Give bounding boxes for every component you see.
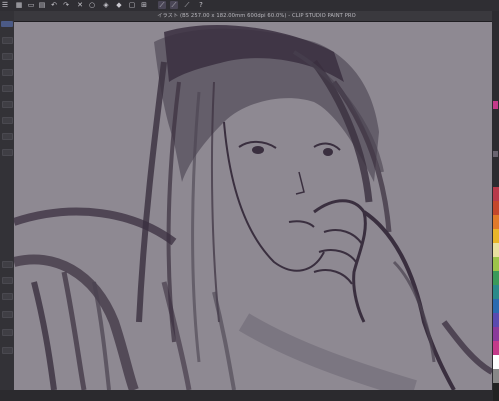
accent-swatch[interactable] xyxy=(493,101,498,109)
snap-grid-icon[interactable]: ⟋ xyxy=(170,1,178,9)
tool-button[interactable] xyxy=(2,347,13,354)
open-folder-icon[interactable]: ▭ xyxy=(27,1,35,9)
tool-button[interactable] xyxy=(2,149,13,156)
tool-button[interactable] xyxy=(2,133,13,140)
redo-icon[interactable]: ↷ xyxy=(62,1,70,9)
tool-button[interactable] xyxy=(2,277,13,284)
menu-icon[interactable]: ☰ xyxy=(1,1,9,9)
tool-button[interactable] xyxy=(2,37,13,44)
tool-button[interactable] xyxy=(2,101,13,108)
tool-button[interactable] xyxy=(2,261,13,268)
help-icon[interactable]: ? xyxy=(197,1,205,9)
document-tab[interactable]: イラスト (B5 257.00 x 182.00mm 600dpi 60.0%)… xyxy=(14,11,499,22)
tool-panel xyxy=(0,11,15,390)
fill-icon[interactable]: ◆ xyxy=(115,1,123,9)
selection-icon[interactable]: ▢ xyxy=(128,1,136,9)
layer-thumbnail[interactable] xyxy=(493,151,498,157)
transform-icon[interactable]: ◈ xyxy=(102,1,110,9)
new-file-icon[interactable]: ▦ xyxy=(15,1,23,9)
ruler-icon[interactable]: ⊞ xyxy=(140,1,148,9)
tool-button[interactable] xyxy=(2,311,13,318)
sketch-artwork xyxy=(14,24,492,390)
tool-button[interactable] xyxy=(2,117,13,124)
active-tool-tab[interactable] xyxy=(1,21,13,27)
tool-button[interactable] xyxy=(2,53,13,60)
tool-button[interactable] xyxy=(2,69,13,76)
clear-icon[interactable]: ✕ xyxy=(76,1,84,9)
save-icon[interactable]: ▤ xyxy=(38,1,46,9)
tool-button[interactable] xyxy=(2,85,13,92)
snap-point-icon[interactable]: ⟋ xyxy=(183,1,191,9)
window-title: イラスト (B5 257.00 x 182.00mm 600dpi 60.0%)… xyxy=(157,13,356,19)
tool-button[interactable] xyxy=(2,329,13,336)
right-side-panel xyxy=(492,11,499,401)
snap-ruler-icon[interactable]: ⟋ xyxy=(158,1,166,9)
color-palette[interactable] xyxy=(493,187,499,401)
rotate-icon[interactable]: ○ xyxy=(88,1,96,9)
undo-icon[interactable]: ↶ xyxy=(50,1,58,9)
drawing-canvas[interactable] xyxy=(14,22,492,390)
tool-button[interactable] xyxy=(2,293,13,300)
